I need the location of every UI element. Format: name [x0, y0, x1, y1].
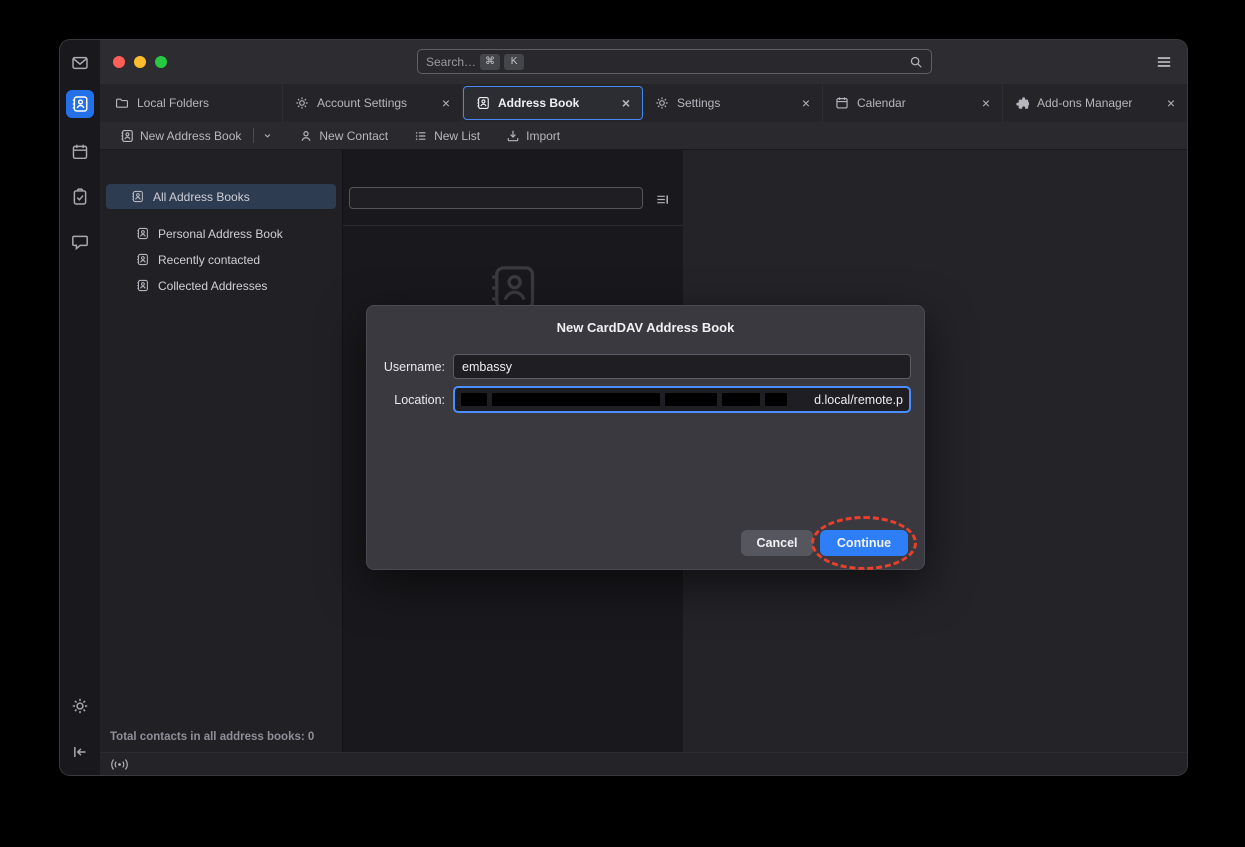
tab-addons-manager[interactable]: Add-ons Manager ×	[1003, 84, 1187, 122]
address-book-icon	[136, 279, 149, 292]
tab-settings[interactable]: Settings ×	[643, 84, 823, 122]
account-settings-icon	[295, 96, 309, 110]
new-contact-button[interactable]: New Contact	[291, 126, 396, 146]
address-books-sidebar: All Address Books Personal Address Book …	[100, 150, 342, 752]
tab-label: Settings	[677, 96, 720, 110]
tab-account-settings[interactable]: Account Settings ×	[283, 84, 463, 122]
window-zoom-button[interactable]	[155, 56, 167, 68]
new-address-book-label: New Address Book	[140, 129, 241, 143]
address-book-icon	[476, 96, 490, 110]
address-book-toolbar: New Address Book New Contact New List Im…	[100, 122, 1187, 150]
redaction-bar	[722, 393, 760, 406]
global-search-input[interactable]: Search… ⌘ K	[417, 49, 932, 74]
new-carddav-dialog: New CardDAV Address Book Username: Locat…	[366, 305, 925, 570]
continue-button[interactable]: Continue	[820, 530, 908, 556]
sidebar-item-personal-address-book[interactable]: Personal Address Book	[106, 221, 336, 246]
tasks-space-icon[interactable]	[66, 183, 94, 211]
tab-calendar[interactable]: Calendar ×	[823, 84, 1003, 122]
tab-bar: Local Folders Account Settings × Address…	[100, 84, 1187, 122]
close-tab-icon[interactable]: ×	[1164, 95, 1178, 111]
puzzle-icon	[1015, 96, 1029, 110]
close-tab-icon[interactable]: ×	[799, 95, 813, 111]
tab-label: Local Folders	[137, 96, 209, 110]
chat-space-icon[interactable]	[66, 228, 94, 256]
app-window: Search… ⌘ K Local Folders Account Settin…	[60, 40, 1187, 775]
import-button[interactable]: Import	[498, 126, 568, 146]
redaction-bar	[461, 393, 487, 406]
close-tab-icon[interactable]: ×	[439, 95, 453, 111]
close-tab-icon[interactable]: ×	[979, 95, 993, 111]
sidebar-item-label: Collected Addresses	[158, 279, 267, 293]
new-address-book-button[interactable]: New Address Book	[112, 125, 281, 146]
cmd-keycap: ⌘	[480, 54, 500, 70]
new-contact-label: New Contact	[319, 129, 388, 143]
tab-label: Calendar	[857, 96, 906, 110]
tab-label: Address Book	[498, 96, 579, 110]
tab-label: Account Settings	[317, 96, 407, 110]
address-book-space-icon[interactable]	[66, 90, 94, 118]
username-row: Username:	[367, 354, 924, 379]
broadcast-icon	[110, 757, 129, 772]
import-label: Import	[526, 129, 560, 143]
settings-gear-icon[interactable]	[66, 692, 94, 720]
gear-icon	[655, 96, 669, 110]
address-book-icon	[136, 227, 149, 240]
divider	[343, 225, 683, 226]
new-list-button[interactable]: New List	[406, 126, 488, 146]
sidebar-item-label: Personal Address Book	[158, 227, 283, 241]
collapse-spaces-icon[interactable]	[66, 738, 94, 766]
redaction-bar	[492, 393, 660, 406]
search-placeholder: Search…	[426, 55, 476, 69]
sidebar-item-recently-contacted[interactable]: Recently contacted	[106, 247, 336, 272]
list-icon	[414, 129, 428, 143]
close-tab-icon[interactable]: ×	[619, 95, 633, 111]
username-label: Username:	[367, 360, 445, 374]
address-book-icon	[120, 129, 134, 143]
chevron-down-icon[interactable]	[262, 130, 273, 141]
k-keycap: K	[504, 54, 524, 70]
window-minimize-button[interactable]	[134, 56, 146, 68]
display-options-icon[interactable]	[652, 189, 672, 209]
calendar-icon	[835, 96, 849, 110]
status-bar	[100, 752, 1187, 775]
sidebar-item-all-address-books[interactable]: All Address Books	[106, 184, 336, 209]
username-input[interactable]	[453, 354, 911, 379]
cancel-button[interactable]: Cancel	[741, 530, 813, 556]
sidebar-item-label: Recently contacted	[158, 253, 260, 267]
new-list-label: New List	[434, 129, 480, 143]
mail-space-icon[interactable]	[66, 49, 94, 77]
sidebar-item-collected-addresses[interactable]: Collected Addresses	[106, 273, 336, 298]
contacts-search-input[interactable]	[349, 187, 643, 209]
redaction-bar	[765, 393, 787, 406]
spaces-toolbar	[60, 40, 100, 775]
dialog-title: New CardDAV Address Book	[367, 320, 924, 335]
titlebar: Search… ⌘ K	[100, 40, 1187, 84]
location-label: Location:	[367, 393, 445, 407]
search-icon	[909, 55, 923, 69]
calendar-space-icon[interactable]	[66, 138, 94, 166]
divider	[253, 128, 254, 143]
address-book-icon	[131, 190, 144, 203]
sidebar-item-label: All Address Books	[153, 190, 250, 204]
tab-label: Add-ons Manager	[1037, 96, 1132, 110]
folder-icon	[115, 96, 129, 110]
app-menu-icon[interactable]	[1155, 53, 1173, 71]
window-close-button[interactable]	[113, 56, 125, 68]
tab-local-folders[interactable]: Local Folders	[103, 84, 283, 122]
redaction-bar	[665, 393, 717, 406]
location-visible-text: d.local/remote.p	[814, 393, 903, 407]
total-contacts-status: Total contacts in all address books: 0	[110, 731, 314, 743]
tab-address-book[interactable]: Address Book ×	[463, 86, 643, 120]
import-icon	[506, 129, 520, 143]
address-book-icon	[136, 253, 149, 266]
person-icon	[299, 129, 313, 143]
location-row: Location: d.local/remote.p	[367, 386, 924, 413]
location-input[interactable]: d.local/remote.p	[453, 386, 911, 413]
